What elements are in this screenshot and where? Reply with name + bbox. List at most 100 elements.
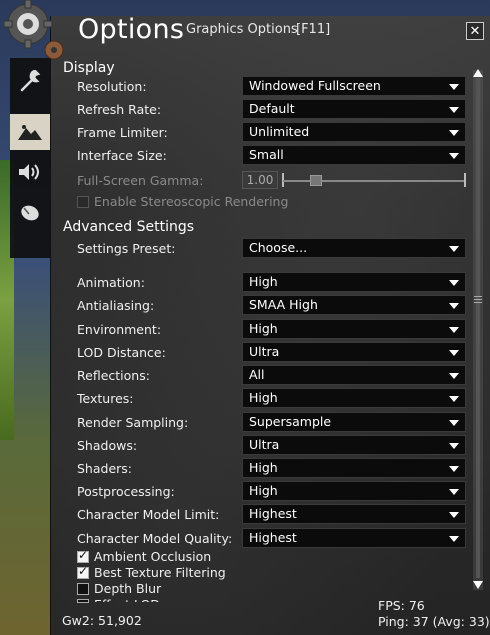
advanced-setting-value: Highest — [249, 506, 297, 521]
close-button[interactable]: ✕ — [466, 22, 484, 40]
gamma-value-field: 1.00 — [242, 171, 278, 189]
hotkey-hint: [F11] — [296, 22, 331, 37]
scroll-down-arrow-icon[interactable] — [472, 580, 484, 590]
frame-limiter-dropdown[interactable]: Unlimited — [242, 122, 466, 142]
advanced-option-label: Effect LOD — [94, 597, 160, 602]
scrollbar-track — [476, 78, 480, 578]
gamma-label: Full-Screen Gamma: — [77, 173, 204, 188]
currency-counter: Gw2: 51,902 — [62, 613, 142, 628]
advanced-setting-label: Environment: — [77, 322, 162, 337]
advanced-setting-label: Postprocessing: — [77, 484, 175, 499]
tab-sound[interactable] — [10, 154, 50, 190]
advanced-setting-dropdown[interactable]: SMAA High — [242, 295, 466, 315]
section-advanced-heading: Advanced Settings — [63, 219, 195, 235]
section-display-heading: Display — [63, 60, 115, 76]
advanced-setting-label: Character Model Quality: — [77, 531, 233, 546]
advanced-option-label: Best Texture Filtering — [94, 565, 226, 580]
interface-size-value: Small — [249, 147, 284, 162]
advanced-setting-label: LOD Distance: — [77, 345, 166, 360]
dropdown-arrow-icon — [449, 443, 459, 449]
scroll-up-arrow-icon[interactable] — [472, 68, 484, 78]
dropdown-arrow-icon — [449, 350, 459, 356]
frame-limiter-label: Frame Limiter: — [77, 125, 168, 140]
resolution-dropdown[interactable]: Windowed Fullscreen — [242, 76, 466, 96]
advanced-setting-value: Highest — [249, 530, 297, 545]
advanced-option-checkbox[interactable] — [77, 548, 89, 563]
advanced-setting-label: Animation: — [77, 275, 145, 290]
advanced-setting-value: Ultra — [249, 437, 280, 452]
frame-limiter-value: Unlimited — [249, 124, 310, 139]
advanced-setting-dropdown[interactable]: Ultra — [242, 342, 466, 362]
advanced-setting-label: Render Sampling: — [77, 415, 189, 430]
refresh-rate-label: Refresh Rate: — [77, 102, 162, 117]
advanced-setting-dropdown[interactable]: Highest — [242, 528, 466, 548]
dropdown-arrow-icon — [449, 84, 459, 90]
resolution-value: Windowed Fullscreen — [249, 78, 381, 93]
advanced-setting-label: Textures: — [77, 391, 134, 406]
dropdown-arrow-icon — [449, 246, 459, 252]
tab-controls[interactable] — [10, 194, 50, 230]
refresh-rate-value: Default — [249, 101, 295, 116]
dropdown-arrow-icon — [449, 396, 459, 402]
tab-general[interactable] — [10, 64, 50, 100]
interface-size-dropdown[interactable]: Small — [242, 145, 466, 165]
speaker-icon — [19, 164, 39, 180]
mouse-icon — [21, 205, 39, 221]
stereo-label: Enable Stereoscopic Rendering — [94, 194, 289, 209]
advanced-setting-value: High — [249, 321, 278, 336]
dropdown-arrow-icon — [449, 153, 459, 159]
advanced-setting-value: High — [249, 274, 278, 289]
advanced-setting-dropdown[interactable]: High — [242, 319, 466, 339]
settings-preset-dropdown[interactable]: Choose... — [242, 238, 466, 258]
advanced-option-checkbox[interactable] — [77, 599, 89, 603]
advanced-setting-label: Shadows: — [77, 438, 138, 453]
advanced-setting-dropdown[interactable]: Highest — [242, 504, 466, 524]
tab-graphics[interactable] — [10, 114, 50, 150]
dropdown-arrow-icon — [449, 466, 459, 472]
advanced-setting-dropdown[interactable]: High — [242, 272, 466, 292]
advanced-setting-value: High — [249, 460, 278, 475]
dropdown-arrow-icon — [449, 489, 459, 495]
stereo-checkbox[interactable] — [77, 196, 89, 208]
advanced-option-checkbox[interactable] — [77, 583, 89, 595]
window-subtitle: Graphics Options — [186, 22, 298, 37]
advanced-setting-value: Ultra — [249, 344, 280, 359]
scroll-grip-icon — [474, 296, 482, 303]
advanced-setting-label: Character Model Limit: — [77, 507, 220, 522]
advanced-setting-value: High — [249, 390, 278, 405]
dropdown-arrow-icon — [449, 303, 459, 309]
fps-readout: FPS: 76 — [378, 598, 425, 613]
ping-readout: Ping: 37 (Avg: 33) — [378, 614, 490, 629]
advanced-setting-dropdown[interactable]: All — [242, 365, 466, 385]
dropdown-arrow-icon — [449, 420, 459, 426]
resolution-label: Resolution: — [77, 79, 147, 94]
advanced-setting-value: High — [249, 483, 278, 498]
advanced-setting-value: All — [249, 367, 265, 382]
window-title: Options — [78, 14, 185, 45]
settings-preset-value: Choose... — [249, 240, 308, 255]
advanced-setting-label: Antialiasing: — [77, 298, 155, 313]
advanced-setting-dropdown[interactable]: High — [242, 458, 466, 478]
gear-icon — [3, 0, 64, 60]
settings-preset-label: Settings Preset: — [77, 241, 176, 256]
dropdown-arrow-icon — [449, 130, 459, 136]
refresh-rate-dropdown[interactable]: Default — [242, 99, 466, 119]
advanced-setting-dropdown[interactable]: Ultra — [242, 435, 466, 455]
advanced-option-label: Depth Blur — [94, 581, 162, 596]
advanced-setting-label: Shaders: — [77, 461, 133, 476]
dropdown-arrow-icon — [449, 536, 459, 542]
dropdown-arrow-icon — [449, 512, 459, 518]
advanced-setting-dropdown[interactable]: High — [242, 388, 466, 408]
advanced-setting-value: Supersample — [249, 414, 332, 429]
advanced-option-checkbox[interactable] — [77, 564, 89, 579]
advanced-setting-dropdown[interactable]: High — [242, 481, 466, 501]
interface-size-label: Interface Size: — [77, 148, 167, 163]
gamma-slider-handle[interactable] — [310, 175, 322, 186]
advanced-setting-dropdown[interactable]: Supersample — [242, 412, 466, 432]
dropdown-arrow-icon — [449, 107, 459, 113]
dropdown-arrow-icon — [449, 280, 459, 286]
advanced-option-label: Ambient Occlusion — [94, 549, 212, 564]
dropdown-arrow-icon — [449, 327, 459, 333]
advanced-setting-label: Reflections: — [77, 368, 150, 383]
advanced-setting-value: SMAA High — [249, 297, 318, 312]
